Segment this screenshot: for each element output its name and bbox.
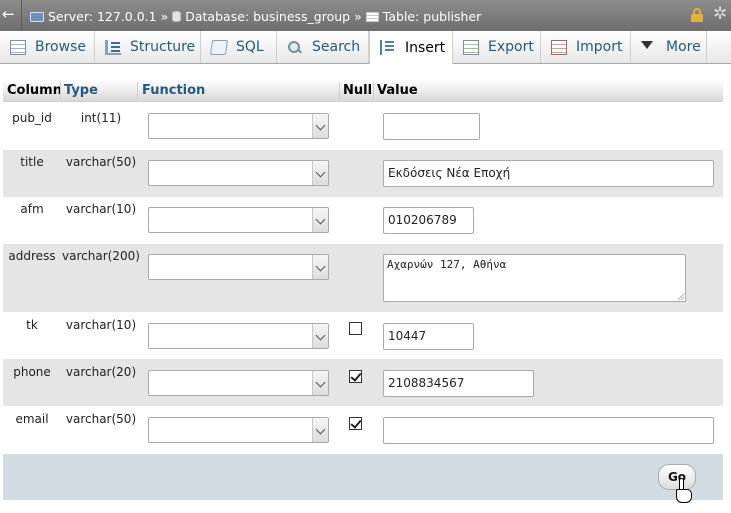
function-select[interactable] xyxy=(148,370,329,396)
tab-label: Export xyxy=(488,39,534,55)
sql-icon xyxy=(209,39,229,55)
tab-sql[interactable]: SQL xyxy=(201,31,277,63)
breadcrumb-table[interactable]: Table: publisher xyxy=(383,9,482,24)
value-text: Αχαρνών 127, Αθήνα xyxy=(387,258,507,271)
tab-insert[interactable]: Insert xyxy=(369,31,453,64)
tab-structure[interactable]: Structure xyxy=(95,31,201,63)
function-select[interactable] xyxy=(148,160,329,186)
column-type: varchar(50) xyxy=(65,412,137,426)
breadcrumb-separator: » xyxy=(160,9,169,24)
function-select[interactable] xyxy=(148,254,329,280)
server-icon xyxy=(30,11,44,22)
tab-label: Import xyxy=(576,39,623,55)
tab-search[interactable]: Search xyxy=(277,31,369,63)
chevron-down-icon xyxy=(312,208,328,232)
chevron-down-icon xyxy=(312,418,328,442)
column-type: varchar(50) xyxy=(65,155,137,169)
column-name: tk xyxy=(26,318,38,332)
form-footer: Go xyxy=(3,454,723,500)
database-icon xyxy=(172,11,182,22)
null-checkbox[interactable] xyxy=(349,322,362,335)
back-arrow-icon[interactable]: ← xyxy=(2,7,15,22)
breadcrumb-bar: ← Server: 127.0.0.1» Database: business_g… xyxy=(0,0,731,31)
column-type: varchar(200) xyxy=(62,249,140,263)
value-textarea[interactable]: Αχαρνών 127, Αθήνα xyxy=(383,254,686,302)
value-input[interactable]: 2108834567 xyxy=(383,370,534,397)
breadcrumb-database[interactable]: Database: business_group xyxy=(185,9,350,24)
value-input[interactable]: 010206789 xyxy=(383,207,474,234)
column-name: address xyxy=(8,249,56,263)
function-select[interactable] xyxy=(148,417,329,443)
resize-grip-icon[interactable] xyxy=(677,293,684,300)
header-function[interactable]: Function xyxy=(142,83,205,98)
table-row: tk varchar(10) 10447 xyxy=(3,312,723,359)
tab-browse[interactable]: Browse xyxy=(0,31,95,63)
table-row: email varchar(50) xyxy=(3,406,723,454)
breadcrumb: Server: 127.0.0.1» Database: business_gro… xyxy=(30,8,481,24)
tab-label: More xyxy=(666,39,701,55)
chevron-down-icon xyxy=(641,40,657,55)
table-row: afm varchar(10) 010206789 xyxy=(3,197,723,244)
function-select[interactable] xyxy=(148,207,329,233)
structure-icon xyxy=(105,39,121,55)
chevron-down-icon xyxy=(312,161,328,185)
lock-icon[interactable] xyxy=(691,8,703,22)
breadcrumb-server[interactable]: Server: 127.0.0.1 xyxy=(48,9,157,24)
header-type[interactable]: Type xyxy=(64,83,98,98)
search-icon xyxy=(287,40,303,55)
tab-label: Insert xyxy=(405,39,446,56)
null-checkbox[interactable] xyxy=(349,370,362,383)
value-input[interactable] xyxy=(383,113,480,140)
table-header: Column Type Function Null Value xyxy=(3,80,723,102)
column-name: phone xyxy=(13,365,51,379)
table-row: address varchar(200) Αχαρνών 127, Αθήνα xyxy=(3,244,723,312)
table-row: title varchar(50) Εκδόσεις Νέα Εποχή xyxy=(3,150,723,197)
table-row: phone varchar(20) 2108834567 xyxy=(3,359,723,406)
export-icon xyxy=(463,39,479,55)
phpmyadmin-insert-page: ← Server: 127.0.0.1» Database: business_g… xyxy=(0,0,731,513)
table-icon xyxy=(365,11,379,22)
column-type: int(11) xyxy=(80,111,122,125)
value-input[interactable] xyxy=(383,417,714,444)
chevron-down-icon xyxy=(312,324,328,348)
divider xyxy=(21,0,22,31)
value-input[interactable]: Εκδόσεις Νέα Εποχή xyxy=(383,160,714,187)
table-row: pub_id int(11) xyxy=(3,103,723,150)
chevron-down-icon xyxy=(312,255,328,279)
function-select[interactable] xyxy=(148,113,329,139)
tab-import[interactable]: Import xyxy=(541,31,631,63)
hand-cursor-icon xyxy=(675,478,695,508)
header-null: Null xyxy=(343,83,373,98)
header-column: Column xyxy=(7,83,62,98)
chevron-down-icon xyxy=(312,371,328,395)
tab-export[interactable]: Export xyxy=(453,31,541,63)
column-type: varchar(20) xyxy=(65,365,137,379)
import-icon xyxy=(551,39,567,55)
column-name: title xyxy=(20,155,44,169)
column-type: varchar(10) xyxy=(65,318,137,332)
chevron-down-icon xyxy=(312,114,328,138)
column-name: afm xyxy=(20,202,44,216)
null-checkbox[interactable] xyxy=(349,417,362,430)
insert-icon xyxy=(380,40,396,55)
tab-bar: Browse Structure SQL Search Insert Expor… xyxy=(0,31,731,64)
column-name: pub_id xyxy=(12,111,52,125)
value-input[interactable]: 10447 xyxy=(383,323,474,350)
browse-icon xyxy=(10,39,26,55)
column-name: email xyxy=(15,412,49,426)
column-type: varchar(10) xyxy=(65,202,137,216)
function-select[interactable] xyxy=(148,323,329,349)
tab-label: Browse xyxy=(35,39,86,55)
tab-label: Structure xyxy=(130,39,196,55)
tab-label: SQL xyxy=(236,39,264,55)
gear-icon[interactable]: ✲ xyxy=(713,6,727,23)
tab-more[interactable]: More xyxy=(631,31,707,63)
tab-label: Search xyxy=(312,39,361,55)
breadcrumb-separator: » xyxy=(354,9,362,24)
header-value: Value xyxy=(377,83,418,98)
